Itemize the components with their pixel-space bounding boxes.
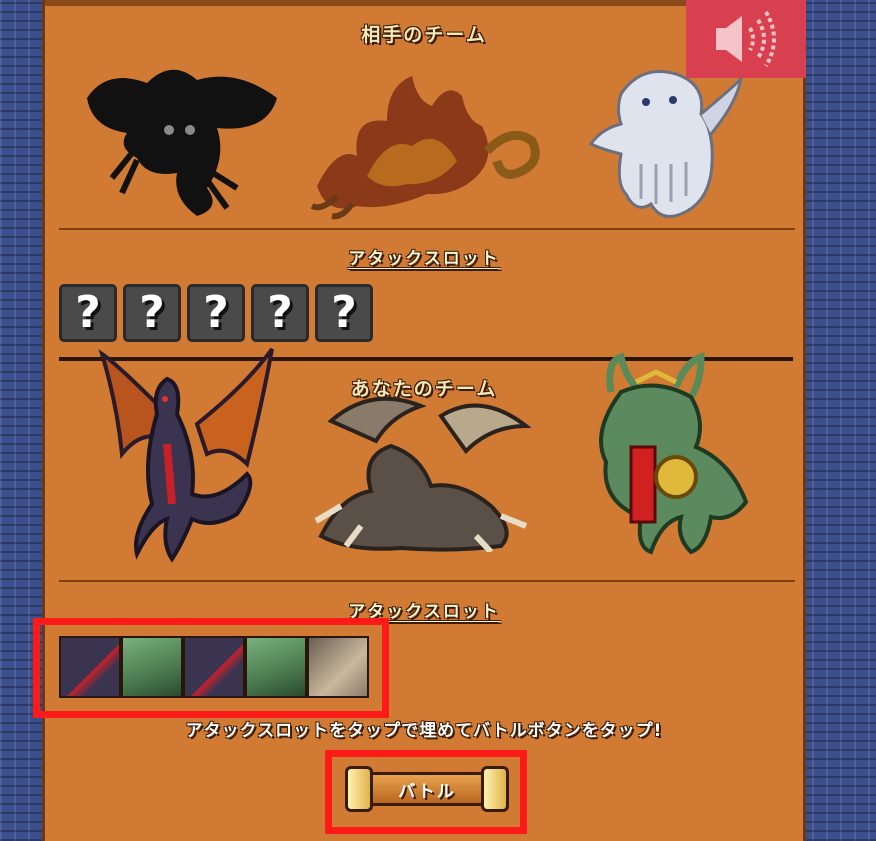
opponent-monster-ghost[interactable] <box>581 64 751 224</box>
your-slot-3-dark-dragon[interactable] <box>183 636 245 698</box>
opponent-slot-5: ? <box>315 284 373 342</box>
opponent-slot-3: ? <box>187 284 245 342</box>
game-panel: 相手のチーム アタックスロット ? ? ? ? ? あなたのチーム アタックスロ… <box>33 0 806 841</box>
divider <box>59 580 795 582</box>
your-monster-green-dragon-warrior[interactable] <box>581 352 761 558</box>
your-slot-1-dark-dragon[interactable] <box>59 636 121 698</box>
your-slot-4-green-dragon-warrior[interactable] <box>245 636 307 698</box>
battle-button[interactable]: バトル <box>345 764 509 814</box>
your-slot-2-green-dragon-warrior[interactable] <box>121 636 183 698</box>
divider <box>59 228 795 230</box>
speaker-icon <box>716 10 776 68</box>
instruction-text: アタックスロットをタップで埋めてバトルボタンをタップ! <box>185 721 663 741</box>
your-monster-dark-dragon[interactable] <box>97 344 277 572</box>
opponent-monster-fire[interactable] <box>297 66 547 221</box>
opponent-slot-2: ? <box>123 284 181 342</box>
opponent-monster-shadow[interactable] <box>77 58 287 223</box>
opponent-slot-4: ? <box>251 284 309 342</box>
sound-toggle-button[interactable] <box>686 0 806 78</box>
battle-button-label: バトル <box>398 782 456 802</box>
opponent-slot-1: ? <box>59 284 117 342</box>
your-monster-bone-dragon[interactable] <box>301 386 531 552</box>
opponent-attack-slot-title: アタックスロット <box>348 249 500 269</box>
your-slot-5-bone-dragon[interactable] <box>307 636 369 698</box>
